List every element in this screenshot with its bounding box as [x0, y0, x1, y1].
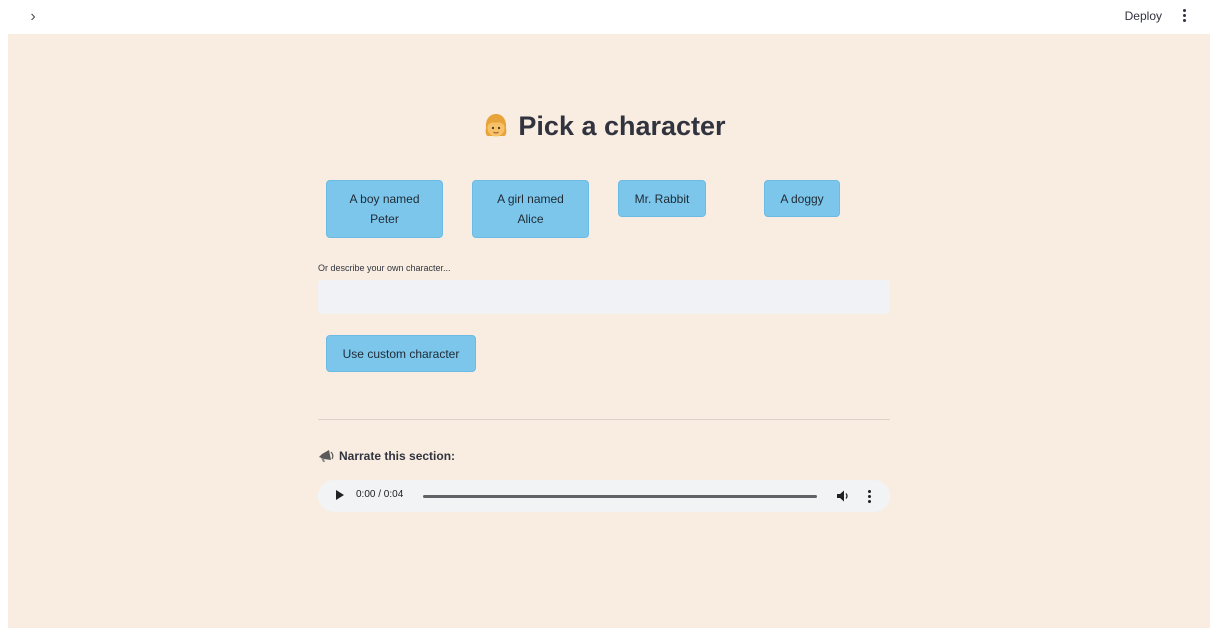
divider [318, 419, 890, 420]
character-button-boy[interactable]: A boy named Peter [326, 180, 443, 238]
girl-face-icon [486, 114, 507, 137]
audio-menu-icon[interactable] [865, 489, 873, 503]
character-button-rabbit[interactable]: Mr. Rabbit [618, 180, 706, 217]
use-custom-character-button[interactable]: Use custom character [326, 335, 476, 372]
custom-character-label: Or describe your own character... [318, 263, 451, 273]
audio-progress-slider[interactable] [423, 495, 817, 498]
sidebar-toggle-chevron-icon[interactable]: › [24, 7, 42, 27]
main-menu-icon[interactable] [1178, 6, 1190, 24]
character-button-girl[interactable]: A girl named Alice [472, 180, 589, 238]
page-title-text: Pick a character [518, 110, 726, 141]
custom-character-input[interactable] [318, 280, 890, 314]
deploy-button[interactable]: Deploy [1125, 7, 1162, 25]
audio-time: 0:00 / 0:04 [356, 489, 404, 500]
app-area: Pick a character A boy named Peter A gir… [8, 34, 1210, 628]
main-content: Pick a character A boy named Peter A gir… [318, 34, 890, 628]
play-icon[interactable] [336, 490, 344, 500]
narrate-heading: Narrate this section: [318, 448, 455, 464]
top-bar: › Deploy [0, 0, 1210, 34]
speaker-icon [319, 450, 334, 462]
page-title: Pick a character [318, 106, 890, 146]
volume-icon[interactable] [836, 489, 850, 503]
audio-player: 0:00 / 0:04 [318, 480, 890, 512]
character-button-doggy[interactable]: A doggy [764, 180, 840, 217]
narrate-heading-text: Narrate this section: [339, 449, 456, 463]
